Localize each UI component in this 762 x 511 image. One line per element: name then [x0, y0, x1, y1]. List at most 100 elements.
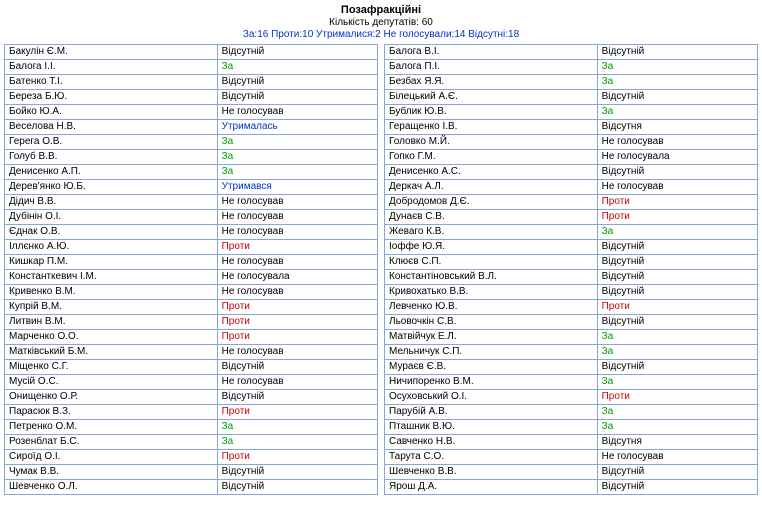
table-row: Головко М.Й.Не голосував — [385, 135, 758, 150]
table-row: Мельничук С.П.За — [385, 345, 758, 360]
deputy-name: Бакулін Є.М. — [5, 45, 218, 60]
table-row: Денисенко А.С.Відсутній — [385, 165, 758, 180]
deputy-vote: Відсутній — [597, 315, 757, 330]
table-row: Розенблат Б.С.За — [5, 435, 378, 450]
deputy-name: Шевченко В.В. — [385, 465, 598, 480]
table-row: Деркач А.Л.Не голосував — [385, 180, 758, 195]
deputy-name: Константкевич І.М. — [5, 270, 218, 285]
deputy-vote: Не голосував — [217, 375, 377, 390]
table-row: Батенко Т.І.Відсутній — [5, 75, 378, 90]
deputy-vote: Відсутній — [597, 480, 757, 495]
deputy-vote: За — [597, 225, 757, 240]
deputy-name: Денисенко А.П. — [5, 165, 218, 180]
deputy-name: Жеваго К.В. — [385, 225, 598, 240]
table-row: Дідич В.В.Не голосував — [5, 195, 378, 210]
deputy-vote: Проти — [597, 195, 757, 210]
table-row: Іллєнко А.Ю.Проти — [5, 240, 378, 255]
deputy-vote: За — [597, 75, 757, 90]
deputy-count: Кількість депутатів: 60 — [4, 17, 758, 28]
table-row: Іоффе Ю.Я.Відсутній — [385, 240, 758, 255]
table-row: Матвійчук Е.Л.За — [385, 330, 758, 345]
table-row: Єднак О.В.Не голосував — [5, 225, 378, 240]
deputy-vote: За — [217, 420, 377, 435]
deputy-name: Безбах Я.Я. — [385, 75, 598, 90]
deputy-vote: Проти — [217, 300, 377, 315]
deputy-vote: Відсутній — [217, 90, 377, 105]
table-row: Герега О.В.За — [5, 135, 378, 150]
deputy-name: Тарута С.О. — [385, 450, 598, 465]
table-row: Ярош Д.А.Відсутній — [385, 480, 758, 495]
table-row: Марченко О.О.Проти — [5, 330, 378, 345]
deputy-vote: За — [597, 60, 757, 75]
deputy-name: Мураєв Є.В. — [385, 360, 598, 375]
deputy-vote: Відсутній — [597, 465, 757, 480]
table-row: Балога В.І.Відсутній — [385, 45, 758, 60]
deputy-vote: Відсутній — [217, 465, 377, 480]
deputy-vote: Відсутній — [597, 285, 757, 300]
table-row: Дерев'янко Ю.Б.Утримався — [5, 180, 378, 195]
deputy-vote: За — [217, 435, 377, 450]
deputy-name: Бойко Ю.А. — [5, 105, 218, 120]
table-row: Добродомов Д.Є.Проти — [385, 195, 758, 210]
table-row: Береза Б.Ю.Відсутній — [5, 90, 378, 105]
deputy-vote: За — [597, 375, 757, 390]
deputy-vote: За — [217, 60, 377, 75]
table-row: Савченко Н.В.Відсутня — [385, 435, 758, 450]
vote-table: Балога В.І.ВідсутнійБалога П.І.ЗаБезбах … — [384, 44, 758, 495]
deputy-name: Дубінін О.І. — [5, 210, 218, 225]
deputy-name: Матківський Б.М. — [5, 345, 218, 360]
deputy-name: Осуховський О.І. — [385, 390, 598, 405]
deputy-name: Голуб В.В. — [5, 150, 218, 165]
deputy-name: Ярош Д.А. — [385, 480, 598, 495]
deputy-name: Іллєнко А.Ю. — [5, 240, 218, 255]
deputy-vote: Не голосував — [217, 345, 377, 360]
table-row: Чумак В.В.Відсутній — [5, 465, 378, 480]
table-row: Гопко Г.М.Не голосувала — [385, 150, 758, 165]
deputy-vote: Не голосувала — [217, 270, 377, 285]
deputy-vote: Відсутній — [217, 75, 377, 90]
deputy-name: Головко М.Й. — [385, 135, 598, 150]
deputy-vote: Не голосував — [217, 195, 377, 210]
deputy-name: Береза Б.Ю. — [5, 90, 218, 105]
table-row: Кишкар П.М.Не голосував — [5, 255, 378, 270]
deputy-vote: Відсутній — [597, 255, 757, 270]
deputy-vote: За — [597, 105, 757, 120]
table-row: Дубінін О.І.Не голосував — [5, 210, 378, 225]
deputy-name: Шевченко О.Л. — [5, 480, 218, 495]
table-row: Бакулін Є.М.Відсутній — [5, 45, 378, 60]
deputy-name: Геращенко І.В. — [385, 120, 598, 135]
deputy-name: Єднак О.В. — [5, 225, 218, 240]
deputy-vote: Не голосувала — [597, 150, 757, 165]
table-row: Шевченко О.Л.Відсутній — [5, 480, 378, 495]
deputy-name: Батенко Т.І. — [5, 75, 218, 90]
table-row: Онищенко О.Р.Відсутній — [5, 390, 378, 405]
table-row: Клюєв С.П.Відсутній — [385, 255, 758, 270]
table-row: Ничипоренко В.М.За — [385, 375, 758, 390]
faction-title: Позафракційні — [4, 4, 758, 16]
deputy-name: Добродомов Д.Є. — [385, 195, 598, 210]
deputy-vote: Проти — [217, 450, 377, 465]
deputy-vote: Відсутній — [597, 270, 757, 285]
table-row: Балога І.І.За — [5, 60, 378, 75]
deputy-name: Гопко Г.М. — [385, 150, 598, 165]
deputy-name: Веселова Н.В. — [5, 120, 218, 135]
deputy-vote: За — [217, 150, 377, 165]
deputy-name: Кривохатько В.В. — [385, 285, 598, 300]
deputy-vote: Проти — [217, 330, 377, 345]
table-row: Мураєв Є.В.Відсутній — [385, 360, 758, 375]
deputy-vote: Не голосував — [217, 225, 377, 240]
deputy-vote: Відсутня — [597, 120, 757, 135]
table-row: Льовочкін С.В.Відсутній — [385, 315, 758, 330]
deputy-vote: Відсутня — [597, 435, 757, 450]
deputy-name: Левченко Ю.В. — [385, 300, 598, 315]
vote-summary: За:16 Проти:10 Утрималися:2 Не голосувал… — [4, 29, 758, 40]
deputy-vote: Відсутній — [597, 360, 757, 375]
table-row: Геращенко І.В.Відсутня — [385, 120, 758, 135]
deputy-name: Парасюк В.З. — [5, 405, 218, 420]
table-row: Жеваго К.В.За — [385, 225, 758, 240]
deputy-name: Кишкар П.М. — [5, 255, 218, 270]
deputy-vote: Відсутній — [597, 90, 757, 105]
deputy-vote: За — [217, 135, 377, 150]
deputy-vote: За — [597, 420, 757, 435]
table-row: Бублик Ю.В.За — [385, 105, 758, 120]
